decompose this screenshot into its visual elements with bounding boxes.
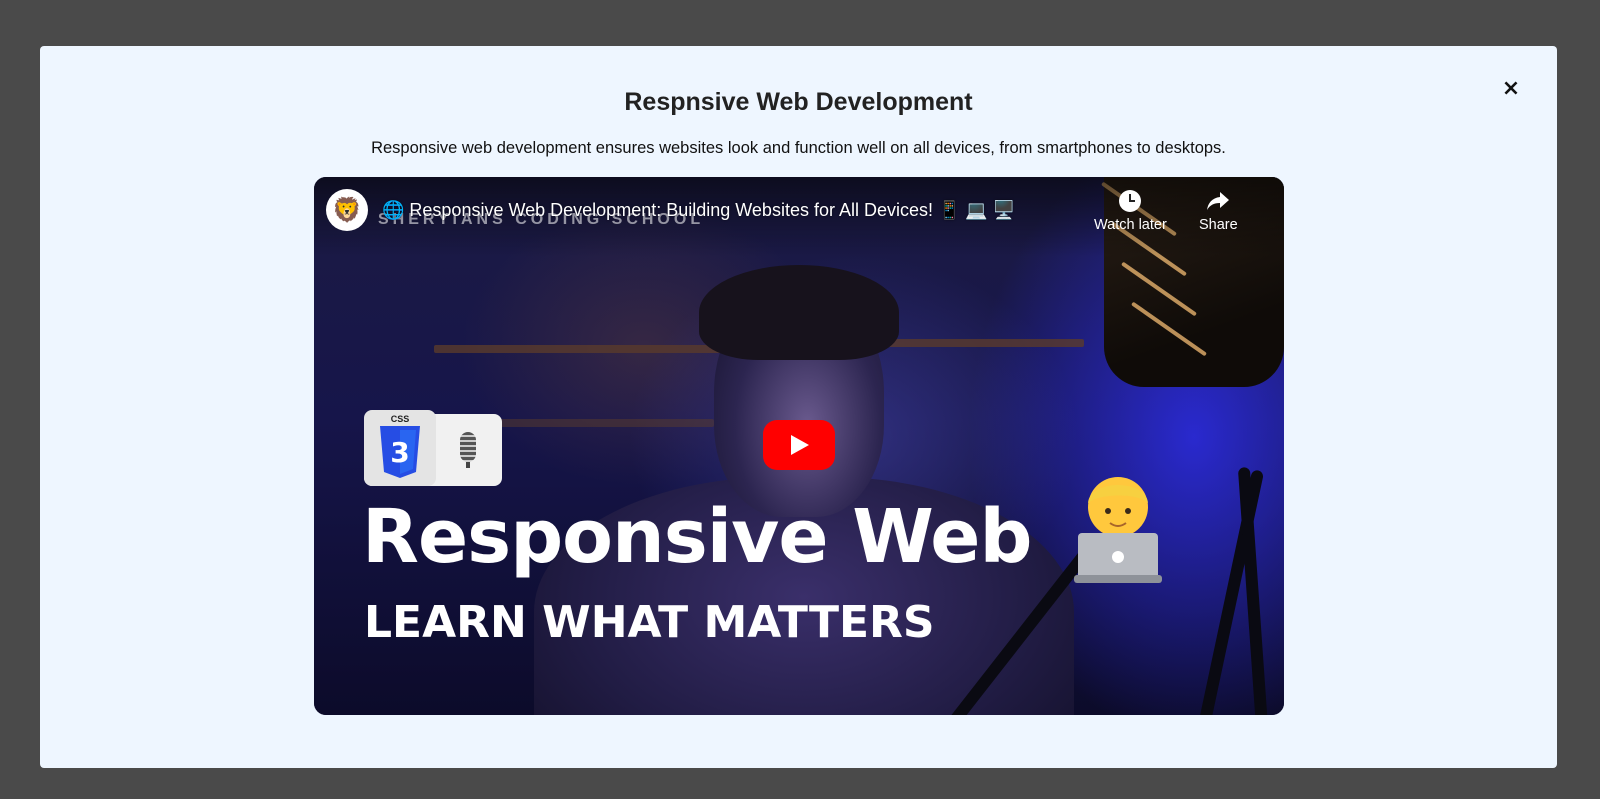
thumbnail-headline: Responsive Web	[362, 494, 1032, 580]
thumbnail-subline: LEARN WHAT MATTERS	[364, 597, 935, 648]
share-label: Share	[1199, 217, 1238, 233]
developer-emoji	[1074, 477, 1162, 583]
share-arrow-icon	[1207, 192, 1230, 210]
shelf	[434, 345, 734, 353]
microphone-icon	[460, 432, 476, 468]
play-icon	[791, 435, 809, 455]
youtube-embed[interactable]: 🦁 SHERYIANS CODING SCHOOL 🌐 Responsive W…	[314, 177, 1284, 715]
video-title-link[interactable]: 🌐 Responsive Web Development: Building W…	[382, 200, 1015, 221]
css-badge: CSS 3	[364, 410, 436, 486]
share-button[interactable]: Share	[1199, 189, 1238, 233]
modal-title: Respnsive Web Development	[624, 88, 973, 116]
watch-later-button[interactable]: Watch later	[1094, 189, 1167, 233]
css3-icon: 3	[380, 426, 420, 478]
css-badge-label: CSS	[390, 414, 410, 424]
presenter-hair	[699, 265, 899, 360]
css3-number: 3	[390, 436, 409, 469]
channel-avatar[interactable]: 🦁	[326, 189, 368, 231]
play-button[interactable]	[763, 420, 835, 470]
clock-icon	[1119, 190, 1142, 212]
css-logo-card: CSS 3	[364, 410, 502, 486]
video-modal: × Respnsive Web Development Responsive w…	[40, 46, 1557, 768]
watch-later-label: Watch later	[1094, 217, 1167, 233]
modal-description: Responsive web development ensures websi…	[371, 139, 1226, 157]
